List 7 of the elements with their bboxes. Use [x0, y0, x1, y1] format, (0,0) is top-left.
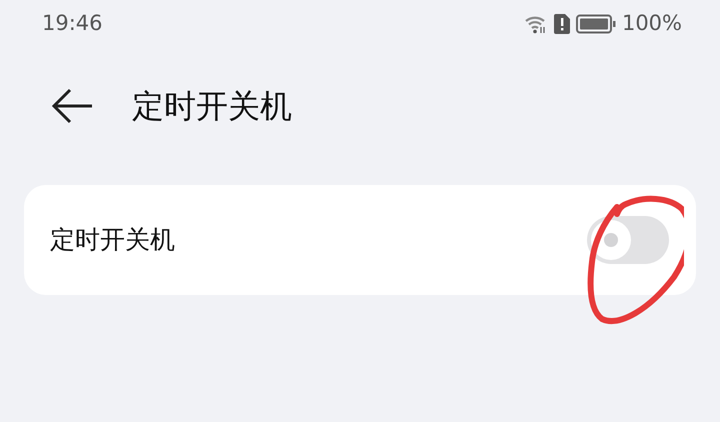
setting-label: 定时开关机	[50, 224, 175, 256]
status-time: 19:46	[42, 10, 103, 38]
alert-icon	[554, 14, 570, 34]
battery-percent: 100%	[622, 10, 682, 38]
toggle-switch[interactable]	[587, 216, 669, 264]
page-title: 定时开关机	[132, 86, 292, 127]
battery-icon	[576, 14, 616, 34]
